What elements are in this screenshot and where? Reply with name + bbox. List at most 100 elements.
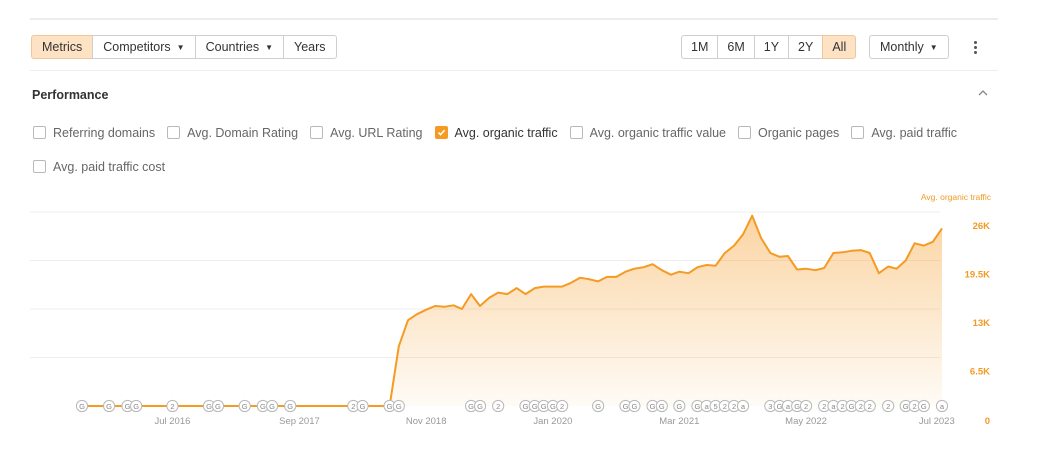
range-label: 1Y <box>763 40 780 54</box>
annotation-label: G <box>550 402 556 411</box>
organic-traffic-chart: 0 6.5K 13K 19.5K 26K Avg. organic traffic Jul … <box>0 185 1052 435</box>
metric-option[interactable]: Avg. organic traffic <box>434 124 558 141</box>
metric-option[interactable]: Referring domains <box>33 124 155 141</box>
tab-label: Years <box>294 40 326 54</box>
metric-label: Avg. paid traffic <box>871 125 958 140</box>
range-1y-button[interactable]: 1Y <box>753 35 790 59</box>
granularity-dropdown[interactable]: Monthly ▼ <box>869 35 949 59</box>
x-tick-label: Sep 2017 <box>279 416 320 427</box>
tab-countries[interactable]: Countries ▼ <box>194 35 285 59</box>
annotation-label: 2 <box>841 402 845 411</box>
annotation-label: G <box>269 402 275 411</box>
annotation-label: 2 <box>886 402 890 411</box>
annotation-label: G <box>396 402 402 411</box>
range-label: 6M <box>727 40 745 54</box>
annotation-label: G <box>468 402 474 411</box>
metric-label: Referring domains <box>53 125 156 140</box>
annotation-label: G <box>532 402 538 411</box>
view-tabs: Metrics Competitors ▼ Countries ▼ Years <box>31 35 337 59</box>
annotation-label: G <box>523 402 529 411</box>
metric-label: Avg. Domain Rating <box>187 125 299 140</box>
annotation-label: 2 <box>170 402 174 411</box>
x-tick-label: Jul 2016 <box>154 416 190 427</box>
tab-label: Competitors <box>103 40 171 54</box>
annotation-label: G <box>477 402 483 411</box>
series-label: Avg. organic traffic <box>921 192 992 202</box>
annotation-label: 2 <box>822 402 826 411</box>
range-2y-button[interactable]: 2Y <box>788 35 824 59</box>
annotation-label: G <box>287 402 293 411</box>
caret-down-icon: ▼ <box>929 42 938 52</box>
range-label: 2Y <box>798 40 814 54</box>
checkbox-icon[interactable] <box>851 126 865 139</box>
caret-down-icon: ▼ <box>265 42 274 52</box>
y-tick-label: 13K <box>973 318 991 329</box>
date-range-group: 1M 6M 1Y 2Y All <box>681 35 857 59</box>
range-label: 1M <box>691 40 709 54</box>
y-tick-label: 6.5K <box>970 367 990 378</box>
metric-option[interactable]: Avg. Domain Rating <box>167 124 298 141</box>
series-area <box>82 215 942 406</box>
annotation-label: G <box>695 402 701 411</box>
checkbox-icon[interactable] <box>738 126 751 139</box>
annotation-label: 2 <box>804 402 808 411</box>
tab-years[interactable]: Years <box>283 35 337 59</box>
annotation-label: G <box>777 402 783 411</box>
annotation-label: G <box>133 402 139 411</box>
metric-option[interactable]: Avg. URL Rating <box>310 124 423 141</box>
annotation-label: G <box>921 402 927 411</box>
tab-competitors[interactable]: Competitors ▼ <box>92 35 196 59</box>
annotation-label: G <box>541 402 547 411</box>
tab-metrics[interactable]: Metrics <box>31 35 94 59</box>
metric-label: Avg. URL Rating <box>330 125 423 140</box>
metric-label: Avg. organic traffic value <box>589 125 726 140</box>
checkbox-checked-icon[interactable] <box>434 126 448 139</box>
y-tick-label: 0 <box>985 416 990 427</box>
annotation-label: 2 <box>868 402 872 411</box>
annotation-label: G <box>659 402 665 411</box>
annotation-label: 2 <box>913 402 917 411</box>
annotation-label: G <box>676 402 682 411</box>
annotation-label: 2 <box>723 402 727 411</box>
annotation-label: G <box>215 402 221 411</box>
checkbox-icon[interactable] <box>33 160 46 173</box>
metric-option[interactable]: Avg. organic traffic value <box>569 124 726 141</box>
metric-label: Avg. organic traffic <box>454 125 558 140</box>
annotation-label: G <box>79 402 85 411</box>
range-1m-button[interactable]: 1M <box>681 35 719 59</box>
annotation-label: G <box>106 402 112 411</box>
annotation-label: 5 <box>714 402 718 411</box>
x-tick-label: Mar 2021 <box>659 416 699 427</box>
y-tick-label: 19.5K <box>965 270 990 281</box>
annotation-label: 2 <box>732 402 736 411</box>
annotation-label: G <box>206 402 212 411</box>
annotation-label: 2 <box>560 402 564 411</box>
checkbox-icon[interactable] <box>310 126 324 139</box>
chevron-up-icon[interactable] <box>976 86 990 100</box>
range-6m-button[interactable]: 6M <box>717 35 755 59</box>
annotation-label: 2 <box>351 402 355 411</box>
annotation-label: G <box>903 402 909 411</box>
metric-checkbox-list: Referring domains Avg. Domain Rating Avg. … <box>33 124 1003 175</box>
top-divider <box>30 18 998 20</box>
annotation-label: G <box>849 402 855 411</box>
section-divider <box>30 70 998 71</box>
checkbox-icon[interactable] <box>33 126 46 139</box>
metric-option[interactable]: Avg. paid traffic cost <box>33 158 165 175</box>
chart-canvas: 0 6.5K 13K 19.5K 26K Avg. organic traffic Jul … <box>30 192 992 427</box>
metric-option[interactable]: Avg. paid traffic <box>851 124 957 141</box>
checkbox-icon[interactable] <box>569 126 583 139</box>
annotation-label: 3 <box>768 402 772 411</box>
range-all-button[interactable]: All <box>822 35 857 59</box>
annotation-label: G <box>794 402 800 411</box>
annotation-label: G <box>242 402 248 411</box>
tab-label: Metrics <box>42 40 83 54</box>
more-options-icon[interactable] <box>968 35 982 59</box>
range-label: All <box>832 40 847 54</box>
metric-option[interactable]: Organic pages <box>738 124 839 141</box>
granularity-label: Monthly <box>880 40 924 54</box>
x-tick-label: Jul 2023 <box>919 416 955 427</box>
annotation-label: G <box>623 402 629 411</box>
checkbox-icon[interactable] <box>167 126 181 139</box>
x-tick-label: Jan 2020 <box>533 416 572 427</box>
